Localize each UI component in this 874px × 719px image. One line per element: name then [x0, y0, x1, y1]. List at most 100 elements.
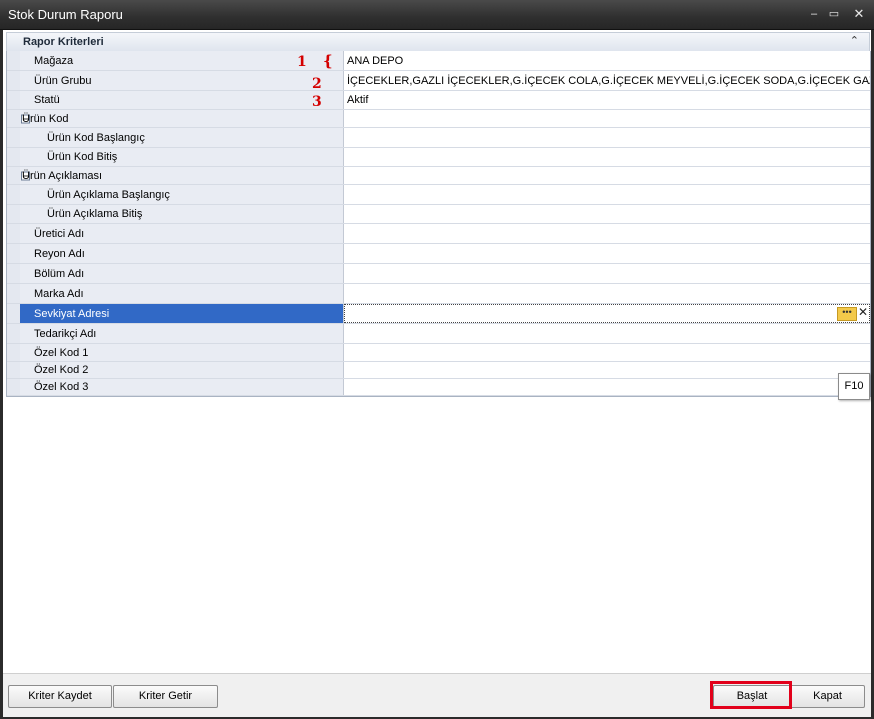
row-value-cell[interactable] [344, 185, 870, 204]
grid-row[interactable]: Ürün Kod Başlangıç [7, 128, 870, 148]
row-label-cell[interactable]: Ürün Grubu [20, 71, 344, 90]
row-value-cell[interactable] [344, 205, 870, 223]
grid-row[interactable]: Özel Kod 2 [7, 362, 870, 379]
row-label-cell[interactable]: Tedarikçi Adı [20, 324, 344, 343]
window-content: Rapor Kriterleri ⌃ Mağaza ANA DEPO Ürün Gr… [3, 30, 871, 717]
grid-row[interactable]: Reyon Adı [7, 244, 870, 264]
report-window: Stok Durum Raporu – ▭ ✕ Rapor Kriterleri… [0, 0, 874, 719]
row-label: Mağaza [34, 54, 74, 67]
row-value-cell[interactable] [344, 224, 870, 243]
row-label: Tedarikçi Adı [34, 327, 97, 340]
start-button-highlight [710, 681, 792, 709]
criteria-panel-header[interactable]: Rapor Kriterleri ⌃ [6, 32, 870, 52]
row-value-cell[interactable] [344, 264, 870, 283]
row-indent [7, 110, 20, 127]
row-value-cell[interactable]: İÇECEKLER,GAZLI İÇECEKLER,G.İÇECEK COLA,… [344, 71, 870, 90]
row-indent [7, 224, 20, 243]
row-label-cell[interactable]: Marka Adı [20, 284, 344, 303]
row-indent [7, 71, 20, 90]
row-label: Statü [34, 94, 60, 106]
grid-row[interactable]: Özel Kod 3 [7, 379, 870, 396]
row-label-cell[interactable]: Özel Kod 2 [20, 362, 344, 378]
row-indent [7, 344, 20, 361]
minimize-icon[interactable]: – [806, 7, 822, 21]
row-label: Ürün Açıklama Başlangıç [47, 188, 170, 201]
grid-row[interactable]: Özel Kod 1 [7, 344, 870, 362]
row-value-cell[interactable] [344, 128, 870, 147]
row-label-cell[interactable]: Ürün Kod Bitiş [20, 148, 344, 166]
row-indent [7, 128, 20, 147]
maximize-icon[interactable]: ▭ [826, 7, 842, 21]
close-button[interactable]: Kapat [790, 685, 865, 708]
row-label: Özel Kod 1 [34, 346, 89, 359]
grid-row[interactable]: Marka Adı [7, 284, 870, 304]
row-label: Üretici Adı [34, 227, 85, 240]
grid-row[interactable]: Ürün Grubu İÇECEKLER,GAZLI İÇECEKLER,G.İÇ… [7, 71, 870, 91]
grid-row[interactable]: Sevkiyat Adresi ••• ✕ [7, 304, 870, 324]
grid-row[interactable]: Üretici Adı [7, 224, 870, 244]
grid-row[interactable]: Bölüm Adı [7, 264, 870, 284]
row-label-cell[interactable]: Özel Kod 3 [20, 379, 344, 395]
annotation-2: 2 [312, 76, 322, 92]
row-label: Marka Adı [34, 287, 84, 300]
save-criteria-button[interactable]: Kriter Kaydet [8, 685, 112, 708]
grid-row[interactable]: Statü Aktif [7, 91, 870, 110]
row-label-cell[interactable]: Bölüm Adı [20, 264, 344, 283]
row-label-cell[interactable]: Reyon Adı [20, 244, 344, 263]
row-value-cell[interactable] [344, 304, 870, 323]
property-grid: Mağaza ANA DEPO Ürün Grubu İÇECEKLER,GAZLI … [6, 51, 871, 397]
row-value-cell[interactable]: ANA DEPO [344, 51, 870, 70]
row-value-cell[interactable]: Aktif [344, 91, 870, 109]
ellipsis-button[interactable]: ••• [837, 307, 857, 321]
grid-row[interactable]: Ürün Kod [7, 110, 870, 128]
grid-row[interactable]: Ürün Kod Bitiş [7, 148, 870, 167]
row-label: Sevkiyat Adresi [34, 307, 110, 320]
row-value-cell[interactable] [344, 167, 870, 184]
load-criteria-button[interactable]: Kriter Getir [113, 685, 218, 708]
row-label-cell[interactable]: Ürün Açıklama Bitiş [20, 205, 344, 223]
row-value-cell[interactable] [344, 148, 870, 166]
button-bar: Kriter Kaydet Kriter Getir Başlat Kapat [3, 673, 871, 717]
row-label-cell[interactable]: Mağaza [20, 51, 344, 70]
row-label: Ürün Açıklaması [22, 169, 103, 182]
row-label: Ürün Kod Başlangıç [47, 131, 145, 144]
row-label: Bölüm Adı [34, 267, 85, 280]
row-value-cell[interactable] [344, 284, 870, 303]
annotation-1: 1 [297, 54, 307, 70]
row-value-cell[interactable] [344, 110, 870, 127]
title-bar[interactable]: Stok Durum Raporu – ▭ ✕ [0, 0, 874, 30]
row-label: Özel Kod 3 [34, 381, 89, 393]
row-value-cell[interactable] [344, 324, 870, 343]
row-indent [7, 324, 20, 343]
shortcut-tooltip: F10 [838, 373, 870, 400]
grid-row[interactable]: Ürün Açıklama Başlangıç [7, 185, 870, 205]
row-label-cell[interactable]: Ürün Açıklaması [20, 167, 344, 184]
close-icon[interactable]: ✕ [851, 7, 867, 21]
row-label-cell[interactable]: Ürün Kod [20, 110, 344, 127]
row-label-cell[interactable]: Ürün Açıklama Başlangıç [20, 185, 344, 204]
row-value-cell[interactable] [344, 344, 870, 361]
window-title: Stok Durum Raporu [8, 7, 123, 22]
collapse-chevron-icon[interactable]: ⌃ [850, 34, 859, 47]
grid-row[interactable]: Tedarikçi Adı [7, 324, 870, 344]
row-indent [7, 185, 20, 204]
annotation-brace: { [323, 52, 333, 70]
grid-row[interactable]: Ürün Açıklaması [7, 167, 870, 185]
row-label: Özel Kod 2 [34, 364, 89, 376]
row-value: ANA DEPO [347, 54, 404, 67]
clear-icon[interactable]: ✕ [857, 305, 869, 319]
row-label-cell[interactable]: Sevkiyat Adresi [20, 304, 344, 323]
row-value-cell[interactable] [344, 244, 870, 263]
grid-row[interactable]: Ürün Açıklama Bitiş [7, 205, 870, 224]
criteria-panel-title: Rapor Kriterleri [23, 36, 104, 48]
grid-row[interactable]: Mağaza ANA DEPO [7, 51, 870, 71]
row-label: Ürün Açıklama Bitiş [47, 208, 143, 220]
row-value: Aktif [347, 94, 369, 106]
row-value-cell[interactable] [344, 362, 870, 378]
row-label-cell[interactable]: Ürün Kod Başlangıç [20, 128, 344, 147]
row-label-cell[interactable]: Statü [20, 91, 344, 109]
row-label-cell[interactable]: Üretici Adı [20, 224, 344, 243]
row-label-cell[interactable]: Özel Kod 1 [20, 344, 344, 361]
row-label: Ürün Grubu [34, 74, 92, 87]
row-value-cell[interactable] [344, 379, 870, 395]
